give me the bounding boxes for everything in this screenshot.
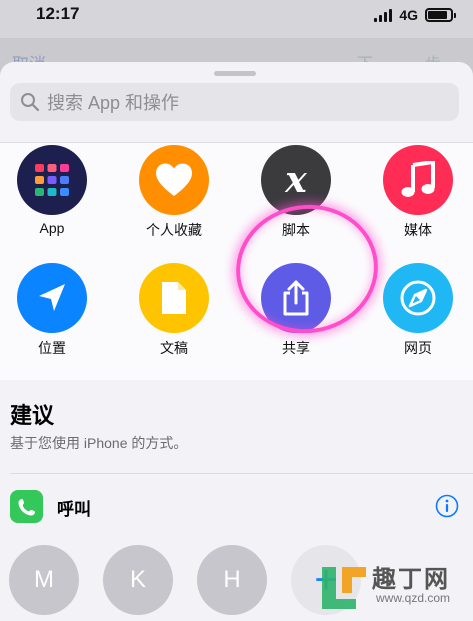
category-label: 个人收藏	[146, 222, 202, 238]
app-grid-icon	[17, 145, 87, 215]
watermark-url: www.qzd.com	[376, 591, 451, 605]
call-label: 呼叫	[57, 500, 91, 519]
category-label: 共享	[282, 340, 310, 356]
contact-avatar[interactable]: M	[9, 545, 79, 615]
phone-icon	[10, 490, 43, 523]
search-placeholder: 搜索 App 和操作	[47, 93, 180, 113]
status-time: 12:17	[36, 4, 80, 23]
category-label: 位置	[38, 340, 66, 356]
contact-avatar[interactable]: K	[103, 545, 173, 615]
category-web[interactable]: 网页	[363, 263, 473, 358]
search-icon	[21, 93, 40, 112]
site-watermark: 趣丁网 www.qzd.com	[314, 557, 469, 617]
category-favorites[interactable]: 个人收藏	[119, 145, 229, 240]
action-picker-sheet: 搜索 App 和操作 App 个人收藏 x 脚本 媒体 位置 文稿 共享 网页 …	[0, 62, 473, 621]
category-label: App	[39, 220, 65, 236]
category-documents[interactable]: 文稿	[119, 263, 229, 358]
network-type: 4G	[399, 7, 418, 23]
battery-level-fill	[428, 11, 447, 19]
info-icon[interactable]	[435, 494, 459, 518]
suggestions-subtitle: 基于您使用 iPhone 的方式。	[10, 435, 188, 451]
category-label: 媒体	[404, 222, 432, 238]
watermark-logo-icon	[322, 567, 366, 609]
sheet-grabber[interactable]	[214, 71, 256, 76]
suggestion-call-row[interactable]: 呼叫	[0, 475, 473, 531]
category-location[interactable]: 位置	[0, 263, 107, 358]
category-sharing[interactable]: 共享	[241, 263, 351, 358]
divider	[10, 473, 473, 474]
heart-icon	[139, 145, 209, 215]
suggestions-title: 建议	[10, 403, 55, 428]
category-label: 脚本	[282, 222, 310, 238]
status-bar: 12:17 4G	[0, 0, 473, 38]
battery-icon	[425, 8, 456, 22]
category-scripting[interactable]: x 脚本	[241, 145, 351, 240]
compass-icon	[383, 263, 453, 333]
music-note-icon	[383, 145, 453, 215]
script-x-icon: x	[261, 145, 331, 215]
category-label: 网页	[404, 340, 432, 356]
contact-avatar[interactable]: H	[197, 545, 267, 615]
signal-icon	[374, 8, 393, 22]
share-icon	[261, 263, 331, 333]
watermark-text: 趣丁网	[372, 566, 450, 593]
category-media[interactable]: 媒体	[363, 145, 473, 240]
location-arrow-icon	[17, 263, 87, 333]
search-field[interactable]: 搜索 App 和操作	[10, 83, 459, 121]
category-label: 文稿	[160, 340, 188, 356]
document-icon	[139, 263, 209, 333]
category-app[interactable]: App	[0, 145, 107, 236]
status-indicators: 4G	[374, 7, 456, 23]
